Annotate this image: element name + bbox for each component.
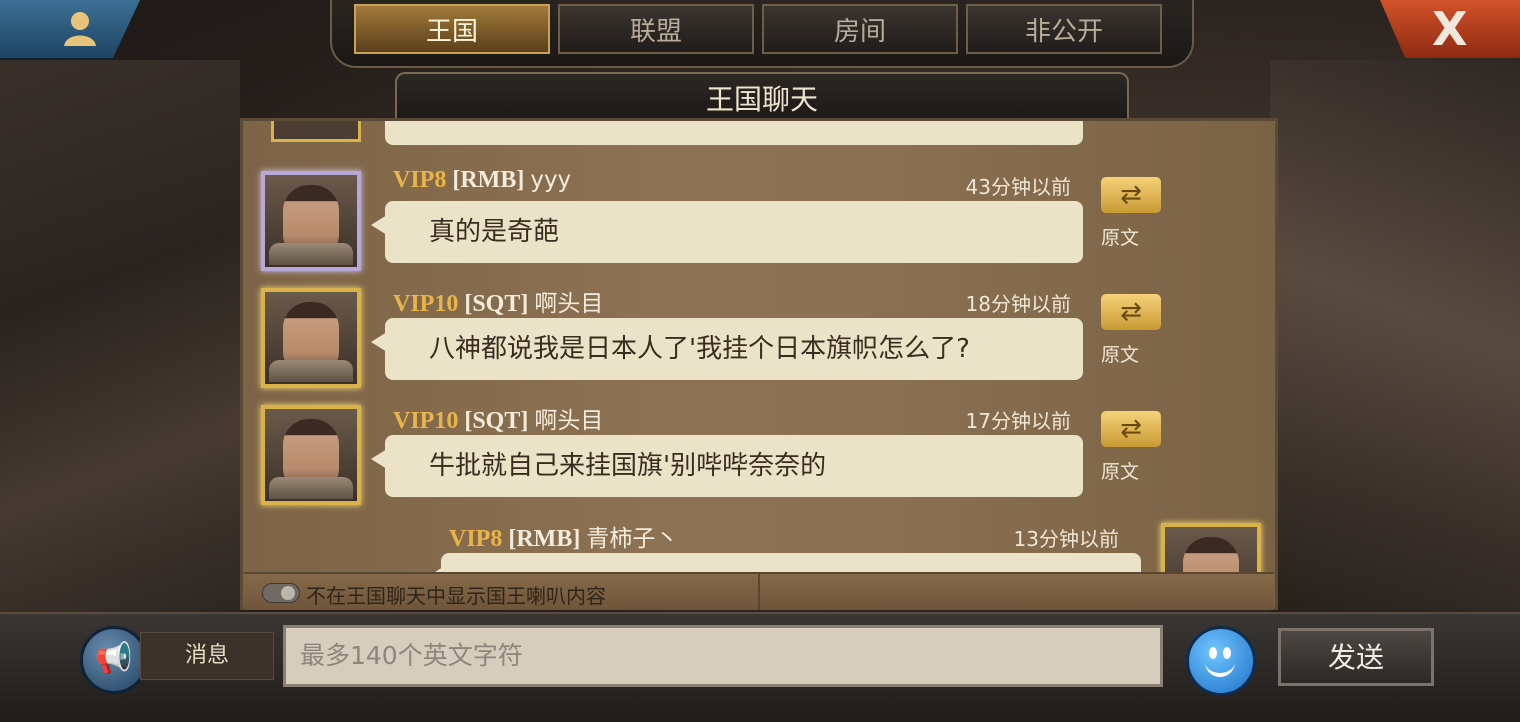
profile-button[interactable] <box>0 0 140 60</box>
chat-options-strip: 不在王国聊天中显示国王喇叭内容 <box>244 572 1274 610</box>
translate-button[interactable]: ⇄ <box>1101 177 1161 213</box>
tab-alliance[interactable]: 联盟 <box>558 4 754 54</box>
translate-button[interactable]: ⇄ <box>1101 294 1161 330</box>
vip-level: VIP8 <box>393 167 447 193</box>
panel-title: 王国聊天 <box>395 72 1129 122</box>
smiley-icon <box>1209 647 1217 659</box>
tab-private[interactable]: 非公开 <box>966 4 1162 54</box>
alliance-tag: [SQT] <box>464 408 529 434</box>
vip-level: VIP10 <box>393 291 459 317</box>
tab-kingdom[interactable]: 王国 <box>354 4 550 54</box>
background-right <box>1270 60 1520 620</box>
translate-icon: ⇄ <box>1120 180 1142 210</box>
channel-label[interactable]: 消息 <box>140 632 274 680</box>
chat-bubble: 真的是奇葩 <box>371 201 1083 263</box>
username[interactable]: 啊头目 <box>534 291 603 317</box>
horn-icon: 📢 <box>95 641 133 676</box>
message-input[interactable]: 最多140个英文字符 <box>283 625 1163 687</box>
sender-line: VIP8 [RMB] yyy <box>393 167 571 194</box>
horn-button[interactable]: 📢 <box>80 626 148 694</box>
timestamp: 18分钟以前 <box>965 292 1071 316</box>
username[interactable]: 青柿子丶 <box>586 526 678 552</box>
close-button[interactable]: X <box>1380 0 1520 58</box>
avatar[interactable] <box>261 288 361 388</box>
chat-message: VIP8 [RMB] yyy 43分钟以前 真的是奇葩 ⇄ 原文 <box>243 165 1275 283</box>
username[interactable]: yyy <box>530 167 571 193</box>
avatar[interactable] <box>261 405 361 505</box>
timestamp: 13分钟以前 <box>1013 527 1119 551</box>
user-icon <box>64 12 96 46</box>
input-bar: 📢 消息 最多140个英文字符 发送 <box>0 612 1520 722</box>
chat-bubble-partial <box>385 121 1083 145</box>
translate-icon: ⇄ <box>1120 297 1142 327</box>
translate-icon: ⇄ <box>1120 414 1142 444</box>
username[interactable]: 啊头目 <box>534 408 603 434</box>
sender-line: VIP10 [SQT] 啊头目 <box>393 284 603 318</box>
divider <box>758 574 760 610</box>
timestamp: 17分钟以前 <box>965 409 1071 433</box>
chat-bubble: 牛批就自己来挂国旗'别哔哔奈奈的 <box>371 435 1083 497</box>
vip-level: VIP10 <box>393 408 459 434</box>
toggle-label: 不在王国聊天中显示国王喇叭内容 <box>306 584 606 608</box>
chat-message: VIP10 [SQT] 啊头目 17分钟以前 牛批就自己来挂国旗'别哔哔奈奈的 ⇄ … <box>243 399 1275 517</box>
translate-label: 原文 <box>1101 344 1140 366</box>
avatar[interactable] <box>261 171 361 271</box>
sender-line: VIP8 [RMB] 青柿子丶 <box>449 519 678 553</box>
send-button[interactable]: 发送 <box>1278 628 1434 686</box>
emoji-button[interactable] <box>1186 626 1256 696</box>
translate-label: 原文 <box>1101 461 1140 483</box>
sender-line: VIP10 [SQT] 啊头目 <box>393 401 603 435</box>
tab-room[interactable]: 房间 <box>762 4 958 54</box>
translate-label: 原文 <box>1101 227 1140 249</box>
chat-list[interactable]: VIP8 [RMB] yyy 43分钟以前 真的是奇葩 ⇄ 原文 VIP10 [SQT… <box>240 118 1278 610</box>
alliance-tag: [SQT] <box>464 291 529 317</box>
alliance-tag: [RMB] <box>508 526 581 552</box>
vip-level: VIP8 <box>449 526 503 552</box>
background-left <box>0 60 240 620</box>
timestamp: 43分钟以前 <box>965 175 1071 199</box>
translate-button[interactable]: ⇄ <box>1101 411 1161 447</box>
chat-message: VIP10 [SQT] 啊头目 18分钟以前 八神都说我是日本人了'我挂个日本旗帜怎… <box>243 282 1275 400</box>
chat-bubble: 八神都说我是日本人了'我挂个日本旗帜怎么了? <box>371 318 1083 380</box>
alliance-tag: [RMB] <box>452 167 525 193</box>
tab-bar: 王国 联盟 房间 非公开 <box>330 0 1194 68</box>
avatar[interactable] <box>271 121 361 142</box>
hide-king-horn-toggle[interactable] <box>262 583 300 603</box>
close-icon: X <box>1432 2 1468 56</box>
